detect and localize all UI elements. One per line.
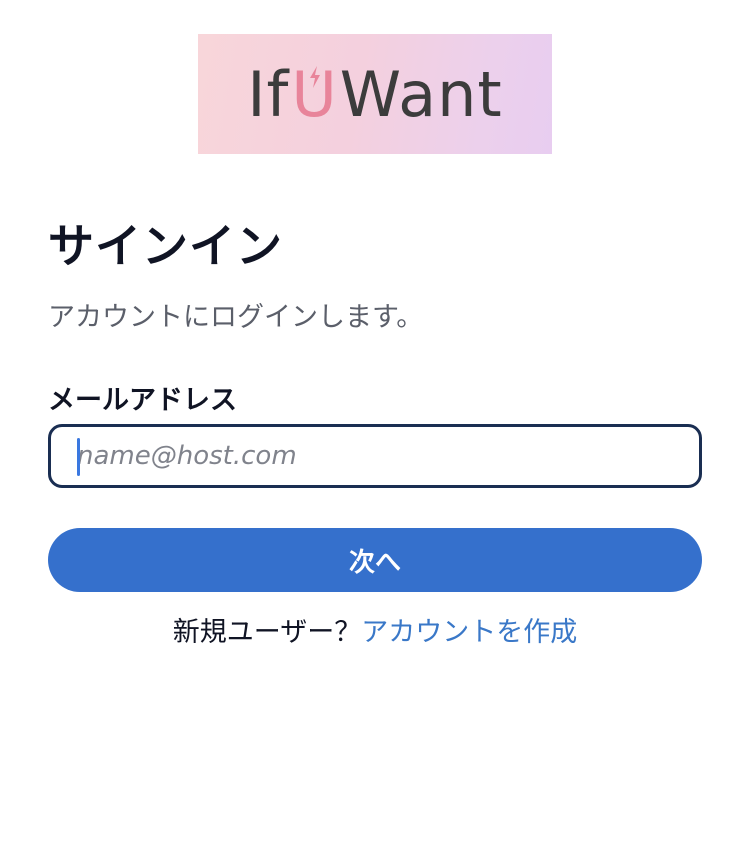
email-input[interactable] <box>77 427 677 485</box>
lightning-bolt-icon <box>309 65 320 88</box>
next-button[interactable]: 次へ <box>48 528 702 592</box>
logo-text-want: Want <box>339 57 503 131</box>
page-title: サインイン <box>48 219 283 273</box>
brand-logo: If U Want <box>198 34 552 154</box>
signup-prompt-row: 新規ユーザー？アカウントを作成 <box>0 610 750 649</box>
page-subtitle: アカウントにログインします。 <box>48 302 424 333</box>
create-account-link[interactable]: アカウントを作成 <box>361 617 577 648</box>
email-field-container[interactable] <box>48 424 702 488</box>
text-caret <box>77 438 80 476</box>
logo-u-letter: U <box>291 57 338 131</box>
logo-wordmark: If U Want <box>198 34 552 154</box>
signup-prompt-text: 新規ユーザー？ <box>172 617 362 648</box>
email-field-label: メールアドレス <box>48 385 237 416</box>
logo-text-if: If <box>247 57 290 131</box>
